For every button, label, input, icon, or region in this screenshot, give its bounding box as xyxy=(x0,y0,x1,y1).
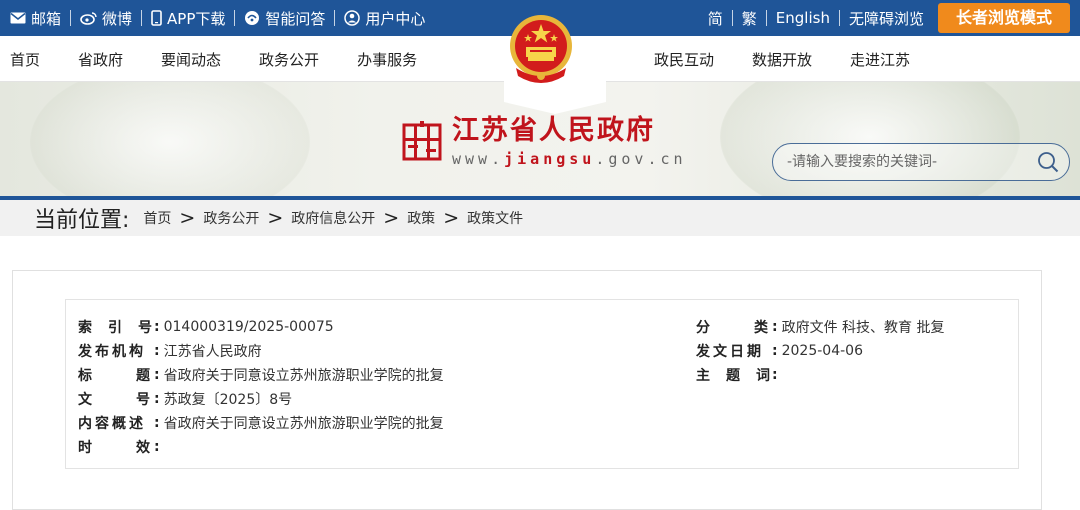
colon: : xyxy=(772,319,778,335)
divider xyxy=(141,10,143,26)
meta-row-keywords: 主题词: xyxy=(696,364,782,386)
meta-label: 主题词 xyxy=(696,368,786,384)
nav-item-news[interactable]: 要闻动态 xyxy=(161,49,221,70)
divider xyxy=(234,10,236,26)
colon: : xyxy=(772,367,778,383)
site-url-suffix: .gov.cn xyxy=(595,150,687,168)
site-logo[interactable]: 江苏省人民政府 www.jiangsu.gov.cn xyxy=(402,116,687,168)
meta-row-category: 分类: 政府文件 科技、教育 批复 xyxy=(696,316,945,338)
chat-icon xyxy=(244,10,260,26)
search-input[interactable] xyxy=(787,144,1027,180)
nav-item-services[interactable]: 办事服务 xyxy=(357,49,417,70)
colon: : xyxy=(154,343,160,359)
breadcrumb-item-policy[interactable]: 政策 xyxy=(407,208,435,228)
nav-item-province-government[interactable]: 省政府 xyxy=(78,49,123,70)
meta-value: 江苏省人民政府 xyxy=(163,344,262,360)
meta-label: 时效 xyxy=(78,440,194,456)
colon: : xyxy=(154,415,160,431)
phone-icon xyxy=(151,10,162,26)
search-icon[interactable] xyxy=(1037,151,1059,173)
user-icon xyxy=(344,10,361,26)
divider xyxy=(70,10,72,26)
breadcrumb-inner: 当前位置: 首页 > 政务公开 > 政府信息公开 > 政策 > 政策文件 xyxy=(34,200,523,236)
divider xyxy=(334,10,336,26)
chevron-right-icon: > xyxy=(443,207,460,229)
jiangsu-logo-icon xyxy=(402,121,442,163)
site-name: 江苏省人民政府 xyxy=(452,115,655,146)
smart-qa-label: 智能问答 xyxy=(265,9,326,28)
mail-icon xyxy=(10,12,26,24)
meta-label: 内容概述 xyxy=(78,416,146,432)
breadcrumb-item-government-affairs[interactable]: 政务公开 xyxy=(203,208,259,228)
nav-item-about-jiangsu[interactable]: 走进江苏 xyxy=(850,49,910,70)
app-download-label: APP下载 xyxy=(167,9,226,28)
colon: : xyxy=(772,343,778,359)
meta-value: 省政府关于同意设立苏州旅游职业学院的批复 xyxy=(163,416,444,432)
smart-qa-link[interactable]: 智能问答 xyxy=(244,8,325,29)
meta-label: 标题 xyxy=(78,368,194,384)
site-title-block: 江苏省人民政府 www.jiangsu.gov.cn xyxy=(452,115,687,169)
user-center-link[interactable]: 用户中心 xyxy=(344,8,425,29)
meta-value: 省政府关于同意设立苏州旅游职业学院的批复 xyxy=(163,368,444,384)
content-card: 索引号: 014000319/2025-00075 发布机构: 江苏省人民政府 … xyxy=(12,270,1042,510)
nav-item-open-data[interactable]: 数据开放 xyxy=(752,49,812,70)
breadcrumb-item-info-disclosure[interactable]: 政府信息公开 xyxy=(291,208,375,228)
chevron-right-icon: > xyxy=(267,207,284,229)
weibo-label: 微博 xyxy=(102,9,133,28)
weibo-link[interactable]: 微博 xyxy=(80,8,132,29)
meta-label: 索引号 xyxy=(78,320,168,336)
meta-row-issuer: 发布机构: 江苏省人民政府 xyxy=(78,340,262,362)
breadcrumb-item-home[interactable]: 首页 xyxy=(143,208,171,228)
meta-label: 分类 xyxy=(696,320,812,336)
meta-label: 文号 xyxy=(78,392,194,408)
nav-left: 首页 省政府 要闻动态 政务公开 办事服务 xyxy=(10,36,417,82)
site-url: www.jiangsu.gov.cn xyxy=(452,150,687,168)
colon: : xyxy=(154,367,160,383)
meta-row-date: 发文日期: 2025-04-06 xyxy=(696,340,863,362)
mail-link[interactable]: 邮箱 xyxy=(10,8,61,29)
nav-item-home[interactable]: 首页 xyxy=(10,49,40,70)
meta-row-docno: 文号: 苏政复〔2025〕8号 xyxy=(78,388,292,410)
site-url-domain: jiangsu xyxy=(504,150,596,168)
meta-value: 2025-04-06 xyxy=(781,343,863,359)
accessibility-link[interactable]: 无障碍浏览 xyxy=(849,8,924,29)
breadcrumb-item-policy-documents[interactable]: 政策文件 xyxy=(467,208,523,228)
breadcrumb: 当前位置: 首页 > 政务公开 > 政府信息公开 > 政策 > 政策文件 xyxy=(0,200,1080,236)
nav-right: 政民互动 数据开放 走进江苏 xyxy=(654,36,910,82)
document-metadata: 索引号: 014000319/2025-00075 发布机构: 江苏省人民政府 … xyxy=(65,299,1019,469)
meta-value: 苏政复〔2025〕8号 xyxy=(163,392,293,408)
site-url-prefix: www. xyxy=(452,150,505,168)
meta-row-title: 标题: 省政府关于同意设立苏州旅游职业学院的批复 xyxy=(78,364,444,386)
weibo-icon xyxy=(80,11,97,25)
divider xyxy=(765,10,767,26)
meta-row-summary: 内容概述: 省政府关于同意设立苏州旅游职业学院的批复 xyxy=(78,412,444,434)
meta-label: 发文日期 xyxy=(696,344,764,360)
app-download-link[interactable]: APP下载 xyxy=(151,8,225,29)
colon: : xyxy=(154,391,160,407)
divider xyxy=(731,10,733,26)
divider xyxy=(838,10,840,26)
meta-label: 发布机构 xyxy=(78,344,146,360)
top-right-links: 简 繁 English 无障碍浏览 长者浏览模式 xyxy=(708,0,1070,36)
simplified-link[interactable]: 简 xyxy=(708,8,723,29)
chevron-right-icon: > xyxy=(179,207,196,229)
meta-value: 014000319/2025-00075 xyxy=(163,319,334,335)
chevron-right-icon: > xyxy=(383,207,400,229)
meta-row-validity: 时效: xyxy=(78,436,164,458)
top-links: 邮箱 微博 APP下载 智能问答 用户中心 xyxy=(10,0,425,36)
nav-item-government-affairs[interactable]: 政务公开 xyxy=(259,49,319,70)
user-center-label: 用户中心 xyxy=(365,9,426,28)
colon: : xyxy=(154,439,160,455)
english-link[interactable]: English xyxy=(776,9,830,27)
meta-value: 政府文件 科技、教育 批复 xyxy=(781,320,945,336)
search-box xyxy=(772,143,1070,181)
breadcrumb-title: 当前位置: xyxy=(34,208,130,233)
mail-label: 邮箱 xyxy=(31,9,62,28)
elder-mode-button[interactable]: 长者浏览模式 xyxy=(937,3,1070,33)
national-emblem-icon xyxy=(506,10,576,88)
nav-item-interaction[interactable]: 政民互动 xyxy=(654,49,714,70)
colon: : xyxy=(154,319,160,335)
traditional-link[interactable]: 繁 xyxy=(742,8,757,29)
meta-row-index: 索引号: 014000319/2025-00075 xyxy=(78,316,334,338)
